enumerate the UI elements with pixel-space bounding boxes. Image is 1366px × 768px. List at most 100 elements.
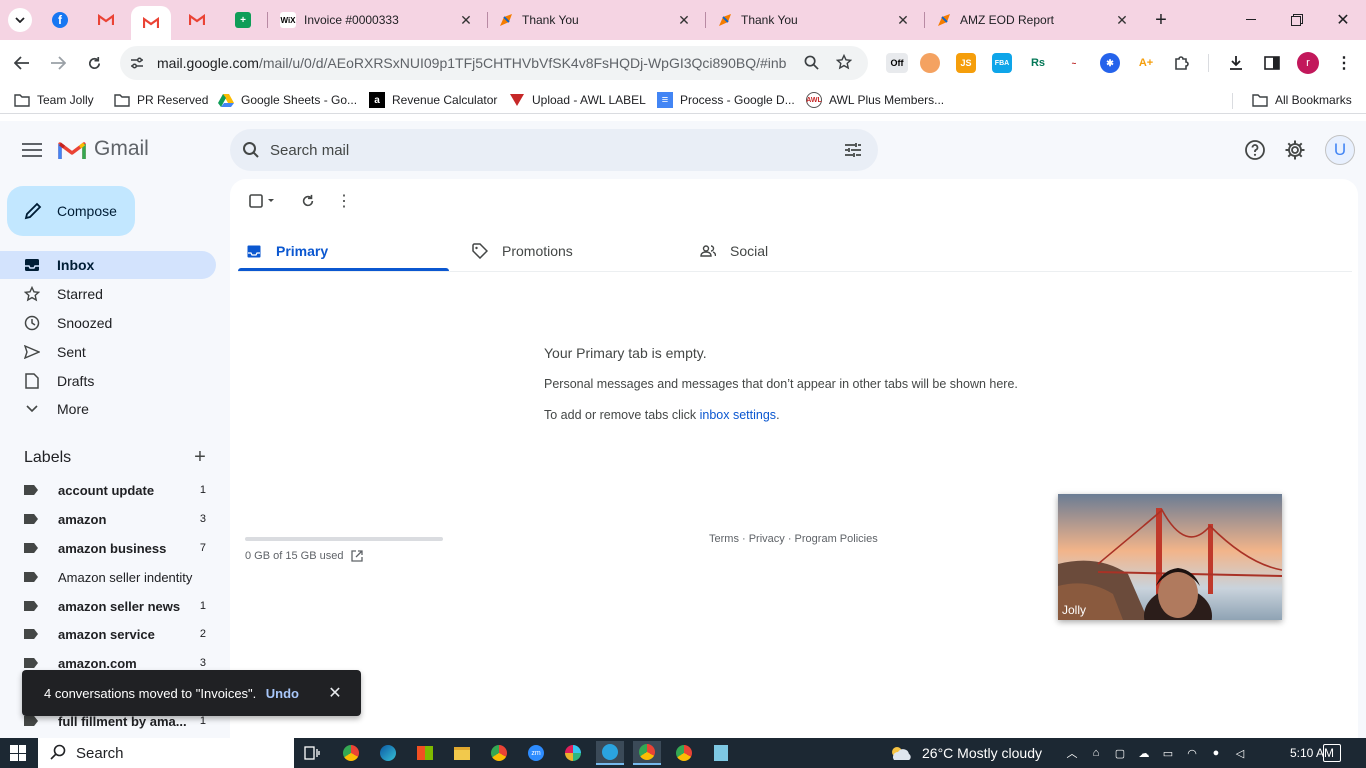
task-view-icon[interactable] <box>298 741 326 765</box>
extension-ascout-icon[interactable]: A+ <box>1136 53 1156 73</box>
bookmark-pr-reserved[interactable]: PR Reserved <box>114 90 208 110</box>
chrome-taskbar-icon-active[interactable] <box>633 741 661 765</box>
address-bar[interactable]: mail.google.com/mail/u/0/d/AEoRXRSxNUI09… <box>120 46 868 80</box>
extension-orange-icon[interactable] <box>920 53 940 73</box>
gmail-logo[interactable]: Gmail <box>58 137 149 161</box>
sidebar-item-more[interactable]: More <box>0 395 216 423</box>
compose-button[interactable]: Compose <box>7 186 135 236</box>
search-input[interactable]: Search mail <box>270 142 844 159</box>
edge-taskbar-icon[interactable] <box>374 741 402 765</box>
chevron-up-icon[interactable]: ︿ <box>1064 745 1080 761</box>
tab-promotions[interactable]: Promotions <box>472 229 573 273</box>
sidebar-item-drafts[interactable]: Drafts <box>0 367 216 395</box>
reload-button[interactable] <box>80 49 108 77</box>
label-item[interactable]: account update 1 <box>0 476 216 504</box>
label-item[interactable]: amazon business 7 <box>0 534 216 562</box>
bookmark-google-sheets[interactable]: Google Sheets - Go... <box>218 90 357 110</box>
tab-thank-you-1[interactable]: Thank You ✕ <box>488 6 702 34</box>
label-item[interactable]: amazon service 2 <box>0 620 216 648</box>
close-icon[interactable]: ✕ <box>458 12 474 28</box>
tab-social[interactable]: Social <box>700 229 768 273</box>
new-tab-button[interactable]: + <box>1140 0 1182 40</box>
bookmark-upload-awl-label[interactable]: Upload - AWL LABEL <box>509 90 646 110</box>
label-item[interactable]: Amazon seller indentity <box>0 563 216 591</box>
microphone-icon[interactable]: ● <box>1208 745 1224 761</box>
site-settings-icon[interactable] <box>130 56 144 70</box>
close-icon[interactable]: ✕ <box>676 12 692 28</box>
extension-js-icon[interactable]: JS <box>956 53 976 73</box>
all-bookmarks-folder[interactable]: All Bookmarks <box>1252 90 1352 110</box>
extension-sales-icon[interactable]: ~ <box>1064 53 1084 73</box>
close-icon[interactable]: ✕ <box>325 683 345 703</box>
chrome-menu-icon[interactable]: ⋮ <box>1334 53 1354 73</box>
onedrive-icon[interactable]: ☁ <box>1136 745 1152 761</box>
profile-avatar[interactable]: r <box>1297 52 1319 74</box>
label-item[interactable]: amazon seller news 1 <box>0 592 216 620</box>
wifi-icon[interactable]: ◠ <box>1184 745 1200 761</box>
minimize-button[interactable] <box>1228 0 1274 40</box>
label-item[interactable]: amazon 3 <box>0 505 216 533</box>
zoom-icon[interactable] <box>804 55 819 70</box>
close-window-button[interactable]: ✕ <box>1320 0 1366 40</box>
telegram-taskbar-icon[interactable] <box>596 741 624 765</box>
add-label-button[interactable]: + <box>190 446 210 468</box>
close-icon[interactable]: ✕ <box>1114 12 1130 28</box>
back-button[interactable] <box>8 49 36 77</box>
network-tray-icon[interactable]: ⌂ <box>1088 745 1104 761</box>
refresh-icon[interactable] <box>300 191 316 211</box>
inbox-settings-link[interactable]: inbox settings <box>700 408 776 422</box>
battery-icon[interactable]: ▭ <box>1160 745 1176 761</box>
bookmark-revenue-calculator[interactable]: a Revenue Calculator <box>369 90 497 110</box>
bookmark-awl-plus-members[interactable]: AWL AWL Plus Members... <box>806 90 944 110</box>
search-bar[interactable]: Search mail <box>230 129 878 171</box>
extension-fba-icon[interactable]: FBA <box>992 53 1012 73</box>
windows-start-icon[interactable] <box>10 745 26 761</box>
chrome-taskbar-icon-3[interactable] <box>670 741 698 765</box>
open-external-icon[interactable] <box>351 550 364 562</box>
sidebar-item-starred[interactable]: Starred <box>0 280 216 308</box>
video-call-preview[interactable]: Jolly <box>1058 494 1282 620</box>
pinned-tab-sheets[interactable]: + <box>223 6 263 34</box>
side-panel-icon[interactable] <box>1262 53 1282 73</box>
pinned-tab-facebook[interactable]: f <box>40 6 80 34</box>
pinned-tab-gmail-active[interactable] <box>131 6 171 40</box>
tray-app-icon[interactable]: ▢ <box>1112 745 1128 761</box>
tab-thank-you-2[interactable]: Thank You ✕ <box>707 6 921 34</box>
forward-button[interactable] <box>44 49 72 77</box>
extension-rs-icon[interactable]: Rs <box>1028 53 1048 73</box>
zoom-taskbar-icon[interactable]: zm <box>522 741 550 765</box>
search-icon[interactable] <box>242 141 260 159</box>
sidebar-item-sent[interactable]: Sent <box>0 338 216 366</box>
main-menu-button[interactable] <box>18 138 46 162</box>
help-icon[interactable] <box>1242 137 1268 163</box>
extension-blue-icon[interactable]: ✱ <box>1100 53 1120 73</box>
tab-amz-eod-report[interactable]: AMZ EOD Report ✕ <box>926 6 1140 34</box>
bookmark-process-google-docs[interactable]: ≡ Process - Google D... <box>657 90 795 110</box>
tab-invoice[interactable]: WiX Invoice #0000333 ✕ <box>270 6 484 34</box>
settings-gear-icon[interactable] <box>1282 137 1308 163</box>
file-explorer-taskbar-icon[interactable] <box>448 741 476 765</box>
chrome-taskbar-icon-2[interactable] <box>485 741 513 765</box>
chrome-taskbar-icon[interactable] <box>337 741 365 765</box>
account-avatar[interactable]: U <box>1325 135 1355 165</box>
weather-widget[interactable]: 26°C Mostly cloudy <box>888 738 1042 768</box>
notepad-taskbar-icon[interactable] <box>707 741 735 765</box>
tab-primary[interactable]: Primary <box>246 229 328 273</box>
restore-button[interactable] <box>1274 0 1320 40</box>
store-taskbar-icon[interactable] <box>411 741 439 765</box>
bookmark-team-jolly[interactable]: Team Jolly <box>14 90 94 110</box>
extension-off-icon[interactable]: Off <box>886 53 908 73</box>
extensions-puzzle-icon[interactable] <box>1172 53 1192 73</box>
footer-links[interactable]: Terms · Privacy · Program Policies <box>709 533 878 545</box>
download-icon[interactable] <box>1226 53 1246 73</box>
tab-search-button[interactable] <box>8 8 32 32</box>
bookmark-star-icon[interactable] <box>836 54 852 70</box>
select-all-checkbox[interactable] <box>246 191 278 211</box>
close-icon[interactable]: ✕ <box>895 12 911 28</box>
sidebar-item-snoozed[interactable]: Snoozed <box>0 309 216 337</box>
sidebar-item-inbox[interactable]: Inbox <box>0 251 216 279</box>
pinned-tab-gmail-1[interactable] <box>86 6 126 34</box>
volume-icon[interactable]: ◁ <box>1232 745 1248 761</box>
search-options-icon[interactable] <box>844 142 862 158</box>
undo-button[interactable]: Undo <box>266 686 299 701</box>
